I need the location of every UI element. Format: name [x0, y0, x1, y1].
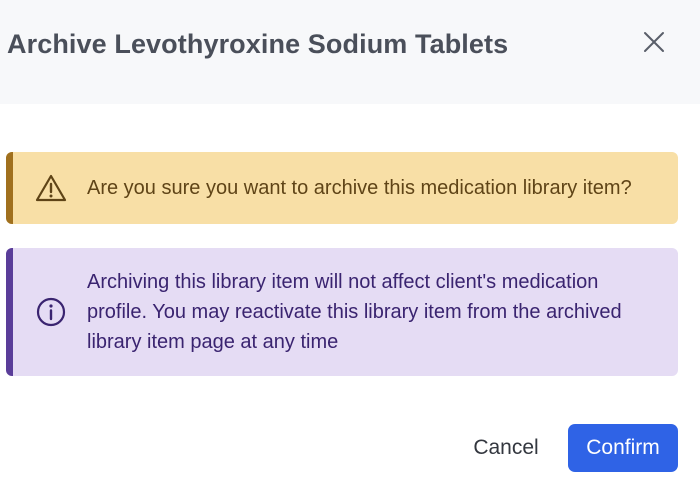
confirm-button[interactable]: Confirm	[568, 424, 678, 472]
close-button[interactable]	[640, 28, 668, 56]
info-alert: Archiving this library item will not aff…	[6, 248, 678, 376]
info-accent-bar	[6, 248, 13, 376]
warning-accent-bar	[6, 152, 13, 224]
info-circle-icon	[34, 295, 68, 329]
close-icon	[644, 32, 664, 52]
warning-message: Are you sure you want to archive this me…	[87, 177, 632, 199]
cancel-button[interactable]: Cancel	[460, 424, 552, 472]
dialog-title: Archive Levothyroxine Sodium Tablets	[7, 29, 509, 59]
dialog-header: Archive Levothyroxine Sodium Tablets	[0, 0, 700, 104]
info-message: Archiving this library item will not aff…	[87, 271, 622, 353]
archive-dialog: Archive Levothyroxine Sodium Tablets Are…	[0, 0, 700, 490]
warning-alert: Are you sure you want to archive this me…	[6, 152, 678, 224]
warning-triangle-icon	[34, 171, 68, 205]
